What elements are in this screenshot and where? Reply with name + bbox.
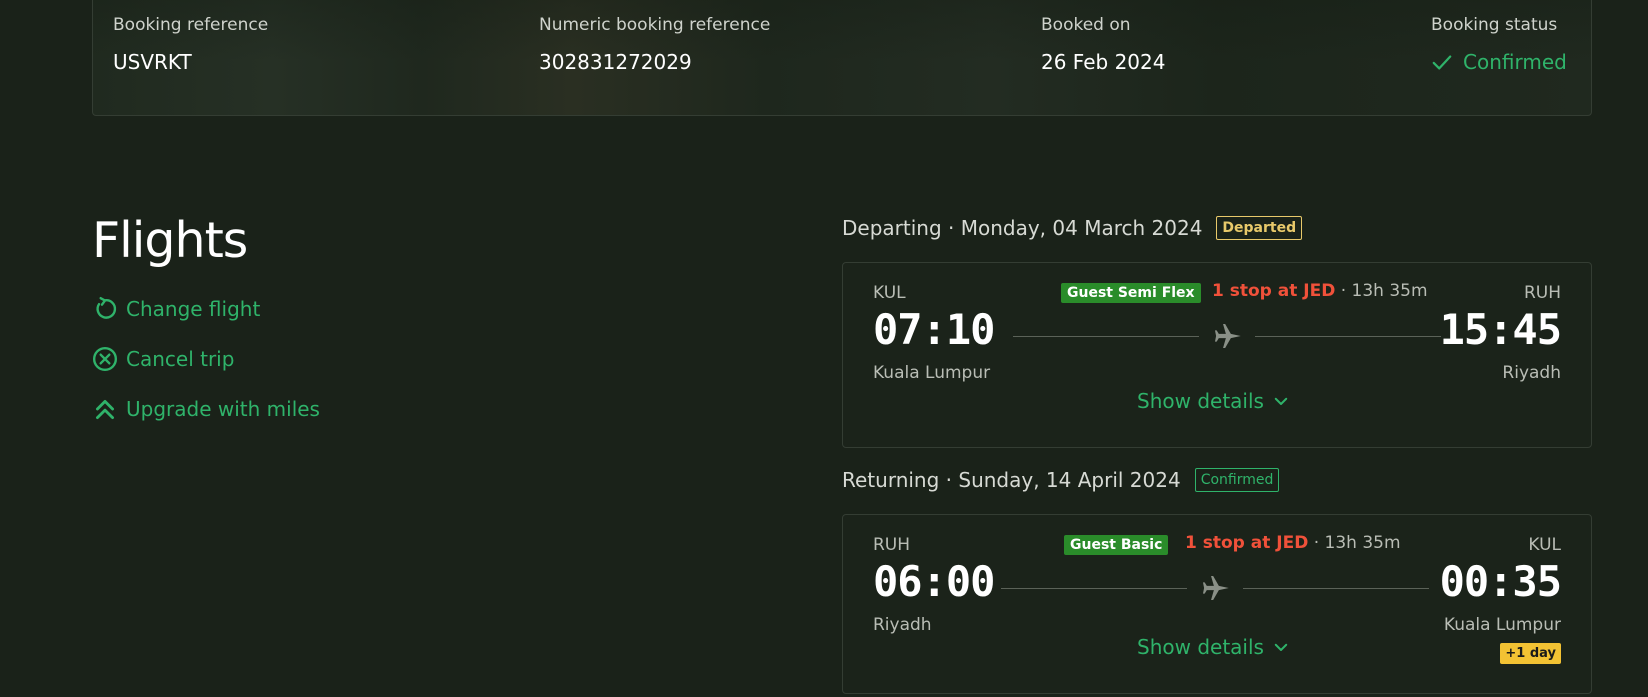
flight-duration: 13h 35m [1351, 281, 1428, 301]
fare-type-badge: Guest Basic [1064, 535, 1169, 555]
origin-city: Kuala Lumpur [873, 363, 991, 383]
departure-time: 07:10 [873, 305, 995, 354]
show-details-button[interactable]: Show details [1137, 635, 1290, 659]
cancel-trip-label: Cancel trip [126, 347, 235, 371]
separator-dot: · [1313, 533, 1320, 553]
stops-text: 1 stop at JED [1185, 533, 1309, 553]
numeric-reference-value: 302831272029 [539, 50, 692, 74]
departed-status-badge: Departed [1216, 216, 1303, 240]
booked-on-block: Booked on 26 Feb 2024 [1041, 15, 1165, 74]
show-details-button[interactable]: Show details [1137, 389, 1290, 413]
booking-reference-label: Booking reference [113, 15, 269, 35]
origin-city: Riyadh [873, 615, 932, 635]
arrival-time: 00:35 [1439, 557, 1562, 606]
booking-status-block: Booking status Confirmed [1431, 15, 1567, 74]
destination-city: Riyadh [1502, 363, 1561, 383]
next-day-badge: +1 day [1500, 643, 1561, 664]
returning-flight-card: RUH 06:00 Riyadh Guest Basic 1 stop at J… [842, 514, 1592, 694]
route-line-right [1243, 588, 1429, 589]
booking-reference-value: USVRKT [113, 50, 192, 74]
chevron-down-icon [1274, 397, 1288, 405]
upgrade-with-miles-link[interactable]: Upgrade with miles [92, 396, 320, 422]
stops-text: 1 stop at JED [1212, 281, 1336, 301]
departure-time: 06:00 [873, 557, 995, 606]
change-flight-label: Change flight [126, 297, 261, 321]
numeric-reference-block: Numeric booking reference 302831272029 [539, 15, 770, 74]
route-line-left [1013, 336, 1199, 337]
destination-city: Kuala Lumpur [1443, 615, 1561, 635]
departing-heading: Departing · Monday, 04 March 2024 Depart… [842, 216, 1303, 240]
fare-type-badge: Guest Semi Flex [1061, 283, 1201, 303]
booked-on-label: Booked on [1041, 15, 1131, 35]
route-line-right [1255, 336, 1441, 337]
origin-code: KUL [873, 283, 906, 303]
booked-on-value: 26 Feb 2024 [1041, 50, 1166, 74]
manage-booking-page: Booking reference USVRKT Numeric booking… [0, 0, 1648, 697]
stops-info: 1 stop at JED · 13h 35m [1185, 533, 1401, 553]
circle-x-icon [92, 346, 118, 372]
airplane-icon [1202, 575, 1229, 601]
upgrade-with-miles-label: Upgrade with miles [126, 397, 320, 421]
route-line-left [1001, 588, 1187, 589]
show-details-label: Show details [1137, 389, 1264, 413]
confirmed-status-badge: Confirmed [1194, 468, 1280, 492]
departing-date: Departing · Monday, 04 March 2024 [842, 216, 1203, 240]
numeric-reference-label: Numeric booking reference [539, 15, 771, 35]
booking-status-value: Confirmed [1431, 50, 1567, 74]
stops-info: 1 stop at JED · 13h 35m [1212, 281, 1428, 301]
origin-code: RUH [873, 535, 911, 555]
returning-heading: Returning · Sunday, 14 April 2024 Confir… [842, 468, 1280, 492]
destination-code: KUL [1528, 535, 1561, 555]
flight-duration: 13h 35m [1324, 533, 1401, 553]
change-flight-link[interactable]: Change flight [92, 296, 260, 322]
separator-dot: · [1340, 281, 1347, 301]
checkmark-icon [1432, 55, 1452, 70]
refresh-icon [96, 296, 117, 319]
flights-title: Flights [92, 212, 248, 269]
destination-code: RUH [1523, 283, 1561, 303]
booking-status-label: Booking status [1431, 15, 1558, 35]
chevron-down-icon [1274, 643, 1288, 651]
arrival-time: 15:45 [1439, 305, 1562, 354]
returning-date: Returning · Sunday, 14 April 2024 [842, 468, 1181, 492]
airplane-icon [1214, 323, 1241, 349]
booking-summary: Booking reference USVRKT Numeric booking… [92, 0, 1592, 116]
booking-reference-block: Booking reference USVRKT [113, 15, 268, 74]
double-chevron-up-icon [96, 400, 114, 420]
booking-status-text: Confirmed [1463, 50, 1567, 74]
show-details-label: Show details [1137, 635, 1264, 659]
departing-flight-card: KUL 07:10 Kuala Lumpur Guest Semi Flex 1… [842, 262, 1592, 448]
cancel-trip-link[interactable]: Cancel trip [92, 346, 234, 372]
